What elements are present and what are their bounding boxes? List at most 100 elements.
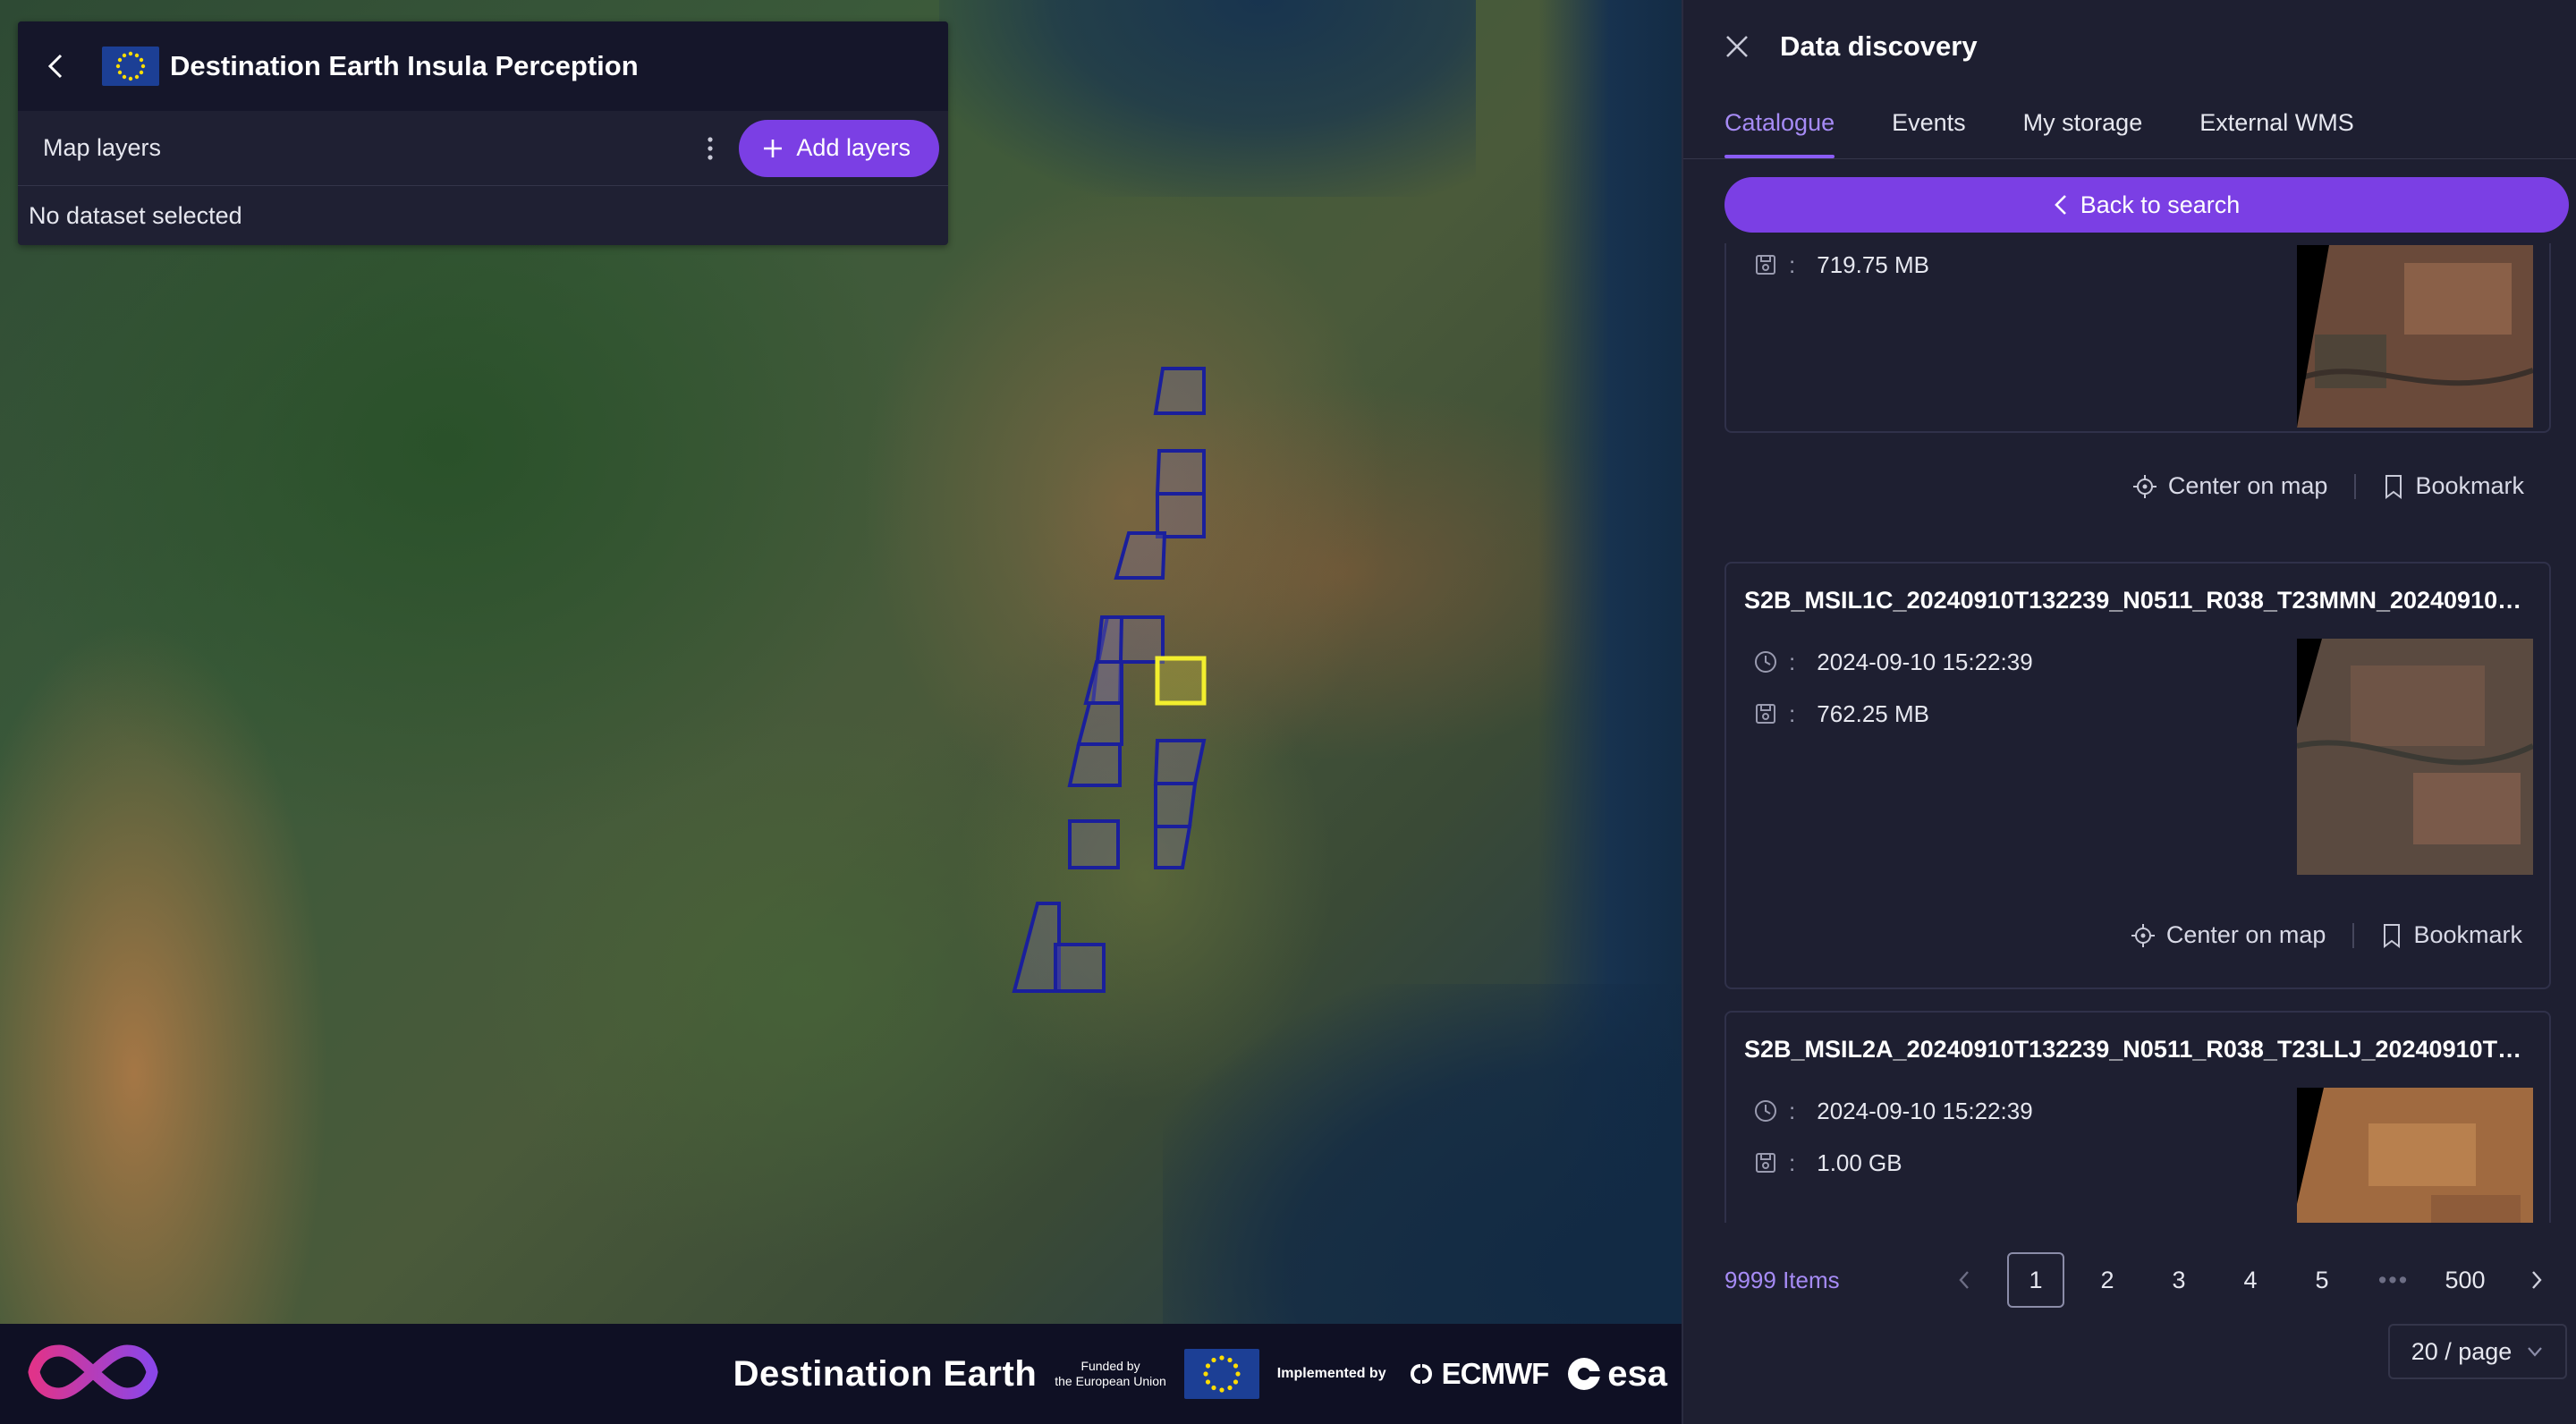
result-size: 1.00 GB — [1817, 1149, 1902, 1176]
kebab-menu-icon — [708, 136, 714, 160]
chevron-down-icon — [2528, 1347, 2543, 1357]
size-row: : 719.75 MB — [1751, 250, 1929, 279]
chevron-left-icon — [47, 54, 63, 79]
footer-bar: Destination Earth Funded by the European… — [0, 1324, 1682, 1424]
esa-wordmark: esa — [1607, 1353, 1667, 1394]
app-header: Destination Earth Insula Perception — [18, 21, 948, 111]
separator: : — [1789, 648, 1796, 675]
footprint[interactable] — [1153, 367, 1206, 415]
funded-line-2: the European Union — [1055, 1374, 1166, 1388]
result-thumbnail[interactable] — [2297, 245, 2533, 428]
footprint[interactable] — [1154, 825, 1192, 869]
separator: : — [1789, 1149, 1796, 1176]
data-discovery-panel: Data discovery Catalogue Events My stora… — [1682, 0, 2576, 1424]
datetime-row: : 2024-09-10 15:22:39 — [1751, 1097, 2033, 1125]
more-options-button[interactable] — [692, 123, 728, 174]
destination-earth-wordmark: Destination Earth — [733, 1353, 1038, 1394]
page-1-button[interactable]: 1 — [2007, 1252, 2064, 1308]
result-size: 762.25 MB — [1817, 699, 1929, 727]
card-actions: Center on map Bookmark — [2131, 921, 2522, 949]
footprint[interactable] — [1153, 739, 1207, 785]
back-button[interactable] — [36, 47, 75, 86]
eu-flag-icon — [102, 47, 159, 86]
result-title[interactable]: S2B_MSIL1C_20240910T132239_N0511_R038_T2… — [1744, 587, 2522, 615]
ecmwf-logo: ECMWF — [1404, 1357, 1549, 1391]
target-icon — [2131, 923, 2155, 947]
result-card: S2B_MSIL1C_20240910T132239_N0511_R038_T2… — [1724, 562, 2551, 989]
footprint[interactable] — [1076, 701, 1123, 746]
center-on-map-button[interactable]: Center on map — [2132, 472, 2328, 500]
map-layers-toolbar: Map layers Add layers — [18, 111, 948, 186]
divider — [2352, 922, 2355, 948]
tab-my-storage[interactable]: My storage — [2023, 93, 2143, 158]
ecmwf-wordmark: ECMWF — [1441, 1357, 1550, 1390]
result-card: S2B_MSIL2A_20240910T132239_N0511_R038_T2… — [1724, 1011, 2551, 1223]
result-size: 719.75 MB — [1817, 250, 1929, 278]
separator: : — [1789, 250, 1796, 278]
eu-flag-icon — [1183, 1349, 1259, 1399]
footprint[interactable] — [1155, 449, 1206, 496]
disk-icon — [1751, 1149, 1780, 1177]
map-layers-label: Map layers — [43, 134, 162, 161]
chevron-left-icon — [2054, 195, 2066, 215]
previous-page-button[interactable] — [1936, 1252, 1993, 1308]
result-card: : 719.75 MB — [1724, 243, 2551, 433]
funded-by-text: Funded by the European Union — [1055, 1359, 1166, 1389]
page-last-button[interactable]: 500 — [2436, 1252, 2494, 1308]
bookmark-button[interactable]: Bookmark — [2381, 921, 2522, 949]
next-page-button[interactable] — [2508, 1252, 2565, 1308]
page-ellipsis[interactable]: ••• — [2365, 1252, 2422, 1308]
page-4-button[interactable]: 4 — [2222, 1252, 2279, 1308]
back-to-search-button[interactable]: Back to search — [1724, 177, 2569, 233]
page-size-select[interactable]: 20 / page — [2388, 1324, 2567, 1379]
center-on-map-label: Center on map — [2167, 472, 2328, 499]
size-row: : 762.25 MB — [1751, 699, 1929, 728]
esa-logo: esa — [1566, 1354, 1667, 1394]
tab-external-wms[interactable]: External WMS — [2199, 93, 2354, 158]
panel-title: Data discovery — [1780, 30, 1978, 62]
map-layers-panel: Destination Earth Insula Perception Map … — [18, 21, 948, 245]
tab-catalogue[interactable]: Catalogue — [1724, 93, 1835, 158]
disk-icon — [1751, 250, 1780, 279]
plus-icon — [764, 139, 783, 157]
target-icon — [2132, 474, 2157, 498]
datetime-row: : 2024-09-10 15:22:39 — [1751, 648, 2033, 676]
selected-footprint[interactable] — [1155, 656, 1207, 706]
result-title[interactable]: S2B_MSIL2A_20240910T132239_N0511_R038_T2… — [1744, 1036, 2522, 1064]
panel-header: Data discovery — [1683, 0, 2576, 93]
add-layers-button[interactable]: Add layers — [739, 119, 939, 177]
footprint[interactable] — [1012, 902, 1061, 993]
result-datetime: 2024-09-10 15:22:39 — [1817, 648, 2033, 675]
card-actions: Center on map Bookmark — [2132, 472, 2524, 500]
page-3-button[interactable]: 3 — [2150, 1252, 2207, 1308]
back-to-search-label: Back to search — [2080, 191, 2241, 218]
page-size-value: 20 / page — [2411, 1337, 2512, 1365]
disk-icon — [1751, 699, 1780, 728]
footprint[interactable] — [1114, 531, 1167, 580]
destine-logo-icon — [23, 1336, 163, 1412]
clock-icon — [1751, 648, 1780, 676]
clock-icon — [1751, 1097, 1780, 1125]
total-items: 9999 Items — [1724, 1266, 1840, 1293]
bookmark-icon — [2385, 474, 2402, 499]
center-on-map-button[interactable]: Center on map — [2131, 921, 2326, 949]
page-2-button[interactable]: 2 — [2079, 1252, 2136, 1308]
close-panel-button[interactable] — [1719, 29, 1755, 64]
footprint[interactable] — [1083, 660, 1123, 705]
footprint[interactable] — [1156, 492, 1206, 538]
footprint[interactable] — [1054, 943, 1106, 993]
result-datetime: 2024-09-10 15:22:39 — [1817, 1097, 2033, 1124]
tab-events[interactable]: Events — [1892, 93, 1966, 158]
footprint[interactable] — [1067, 742, 1122, 787]
page-5-button[interactable]: 5 — [2293, 1252, 2351, 1308]
results-list[interactable]: : 719.75 MB Center on map Bookmark S2B_M… — [1724, 243, 2569, 1223]
bookmark-label: Bookmark — [2413, 921, 2522, 948]
divider — [2354, 473, 2357, 499]
result-thumbnail[interactable] — [2297, 1088, 2533, 1223]
bookmark-label: Bookmark — [2415, 472, 2524, 499]
bookmark-button[interactable]: Bookmark — [2383, 472, 2524, 500]
footprint[interactable] — [1068, 819, 1120, 869]
footprint[interactable] — [1154, 782, 1198, 828]
chevron-left-icon — [1959, 1271, 1969, 1289]
result-thumbnail[interactable] — [2297, 639, 2533, 875]
